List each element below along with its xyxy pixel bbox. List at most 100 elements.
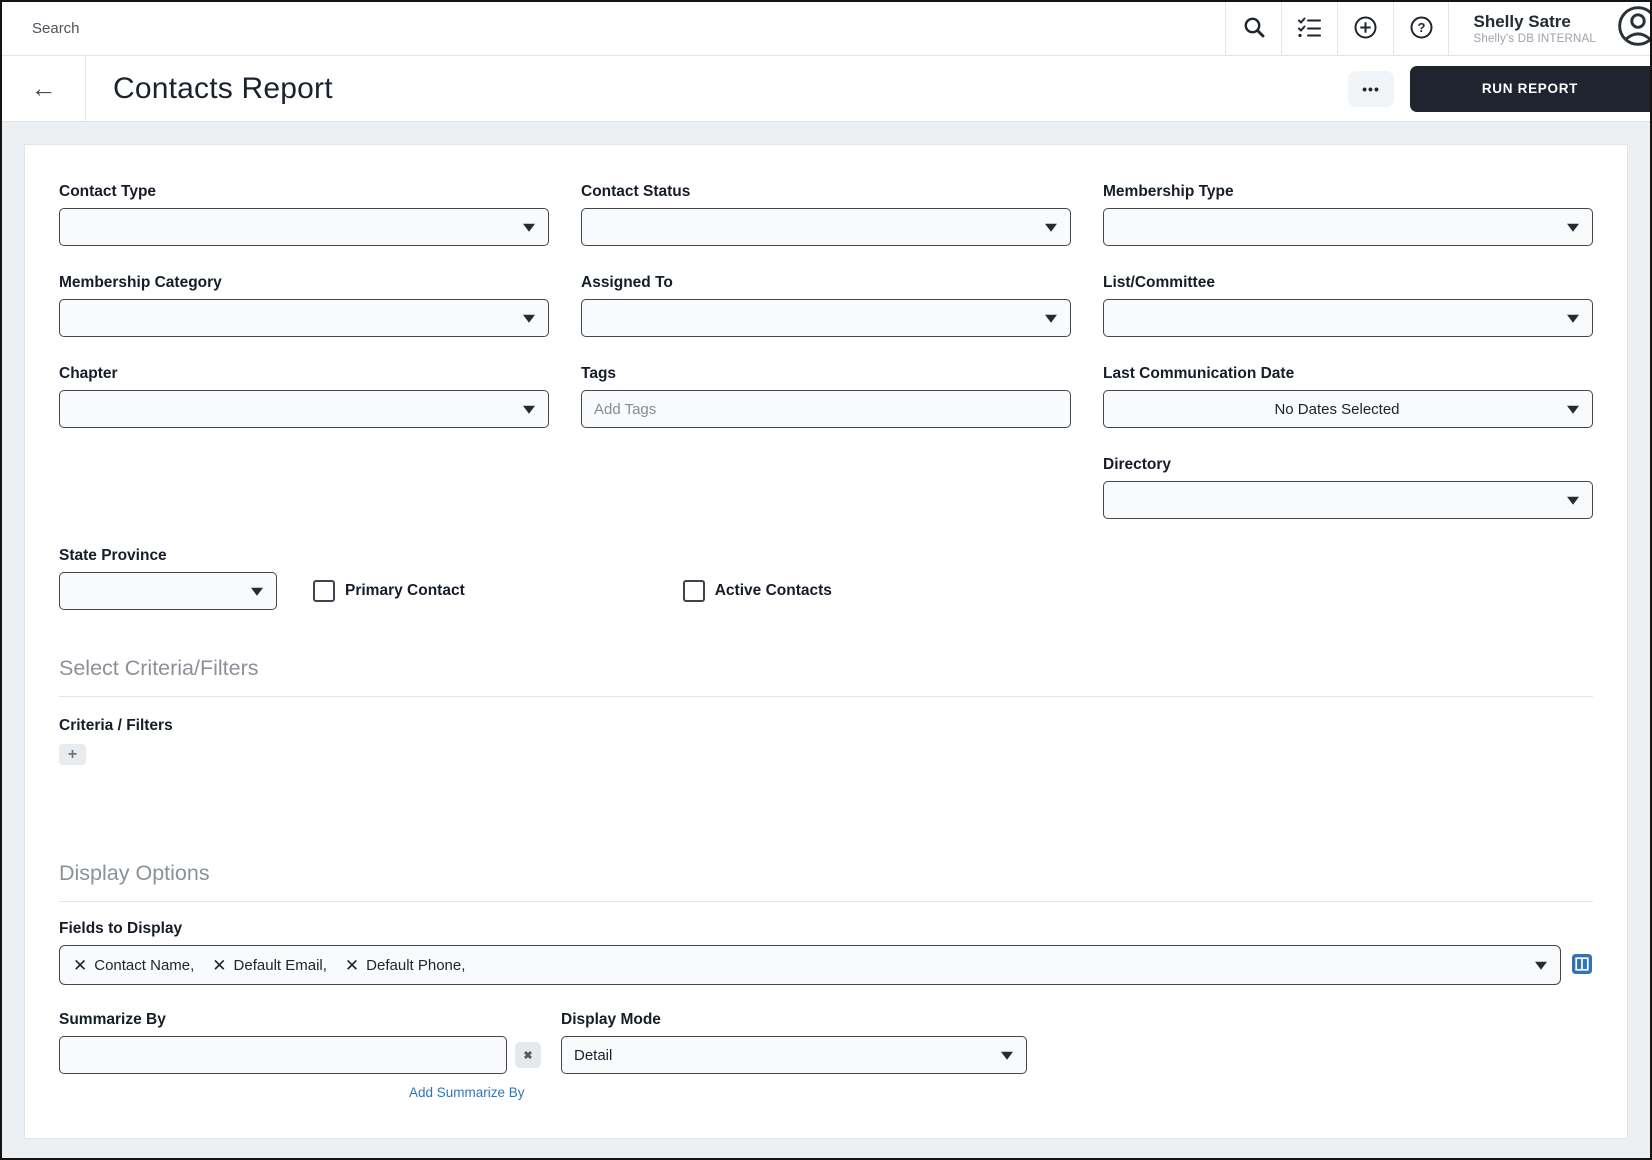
top-bar: ? Shelly Satre Shelly's DB INTERNAL [2,2,1650,56]
user-menu[interactable]: Shelly Satre Shelly's DB INTERNAL [1449,2,1616,55]
membership-type-select[interactable] [1103,208,1593,246]
state-province-label: State Province [59,547,277,565]
chip-label: Default Phone, [366,957,465,974]
spacer [59,456,549,519]
contact-status-field: Contact Status [581,183,1071,246]
remove-chip-icon[interactable]: ✕ [212,957,226,974]
state-checkbox-row: State Province Primary Contact Active Co… [59,547,1593,610]
user-name: Shelly Satre [1473,12,1596,32]
choose-columns-button[interactable] [1571,953,1593,978]
summarize-by-input[interactable] [59,1036,507,1074]
user-avatar-icon [1616,4,1652,53]
add-summarize-by-link[interactable]: Add Summarize By [409,1085,525,1100]
last-communication-date-field: Last Communication Date No Dates Selecte… [1103,365,1593,428]
remove-chip-icon[interactable]: ✕ [73,957,87,974]
primary-contact-checkbox[interactable] [313,580,335,602]
back-button[interactable]: ← [2,56,86,121]
summarize-by-field: Summarize By ✖ Add Summarize By [59,1011,541,1102]
contact-type-select[interactable] [59,208,549,246]
caret-down-icon [523,406,535,414]
arrow-left-icon: ← [31,73,57,104]
plus-circle-icon [1353,15,1378,43]
active-contacts-checkbox[interactable] [683,580,705,602]
profile-button[interactable] [1616,2,1652,55]
add-criteria-button[interactable]: + [59,744,86,765]
display-options-section: Display Options Fields to Display ✕ Cont… [59,861,1593,1102]
criteria-section-heading: Select Criteria/Filters [59,656,1593,681]
contact-type-label: Contact Type [59,183,549,201]
help-button[interactable]: ? [1393,2,1449,55]
display-mode-select[interactable]: Detail [561,1036,1027,1074]
run-report-button[interactable]: RUN REPORT [1410,66,1650,112]
remove-chip-icon[interactable]: ✕ [345,957,359,974]
membership-type-label: Membership Type [1103,183,1593,201]
ellipsis-icon: ••• [1362,81,1380,97]
tags-label: Tags [581,365,1071,383]
caret-down-icon [1567,224,1579,232]
assigned-to-field: Assigned To [581,274,1071,337]
header-actions: ••• RUN REPORT [1348,66,1650,112]
app-window: ? Shelly Satre Shelly's DB INTERNAL ← Co… [0,0,1652,1160]
section-divider [59,696,1593,697]
display-mode-value: Detail [574,1047,612,1064]
field-chip: ✕ Default Email, [212,957,327,974]
contact-status-select[interactable] [581,208,1071,246]
caret-down-icon [1567,406,1579,414]
fields-to-display-row: ✕ Contact Name, ✕ Default Email, ✕ Defau… [59,945,1593,985]
report-settings-card: Contact Type Contact Status Membership T… [24,144,1628,1139]
last-communication-date-value: No Dates Selected [1116,401,1558,418]
chapter-select[interactable] [59,390,549,428]
columns-icon [1571,953,1593,978]
search-input[interactable] [2,2,1225,55]
primary-contact-option: Primary Contact [313,572,465,610]
last-communication-date-label: Last Communication Date [1103,365,1593,383]
state-province-select[interactable] [59,572,277,610]
criteria-section: Select Criteria/Filters Criteria / Filte… [59,656,1593,765]
tags-field: Tags [581,365,1071,428]
chapter-label: Chapter [59,365,549,383]
page-header: ← Contacts Report ••• RUN REPORT [2,56,1650,122]
chip-label: Contact Name, [94,957,194,974]
directory-select[interactable] [1103,481,1593,519]
membership-category-label: Membership Category [59,274,549,292]
page-title: Contacts Report [113,72,333,106]
add-button[interactable] [1337,2,1393,55]
field-chip: ✕ Default Phone, [345,957,466,974]
active-contacts-label: Active Contacts [715,582,832,600]
list-committee-select[interactable] [1103,299,1593,337]
directory-label: Directory [1103,456,1593,474]
main-content: Contact Type Contact Status Membership T… [2,122,1650,1160]
last-communication-date-select[interactable]: No Dates Selected [1103,390,1593,428]
caret-down-icon [1567,497,1579,505]
more-options-button[interactable]: ••• [1348,71,1394,107]
list-committee-label: List/Committee [1103,274,1593,292]
directory-field: Directory [1103,456,1593,519]
display-options-heading: Display Options [59,861,1593,886]
primary-contact-label: Primary Contact [345,582,465,600]
field-chip: ✕ Contact Name, [73,957,194,974]
tasks-button[interactable] [1281,2,1337,55]
plus-icon: + [68,746,77,763]
contact-status-label: Contact Status [581,183,1071,201]
user-org: Shelly's DB INTERNAL [1473,33,1596,45]
membership-category-field: Membership Category [59,274,549,337]
svg-text:?: ? [1418,20,1426,35]
assigned-to-select[interactable] [581,299,1071,337]
clear-icon: ✖ [523,1049,532,1062]
clear-summarize-button[interactable]: ✖ [515,1042,541,1068]
contact-type-field: Contact Type [59,183,549,246]
criteria-filters-label: Criteria / Filters [59,717,1593,735]
state-province-field: State Province [59,547,277,610]
caret-down-icon [523,315,535,323]
search-button[interactable] [1225,2,1281,55]
chip-label: Default Email, [234,957,327,974]
tags-input[interactable] [581,390,1071,428]
caret-down-icon [1045,224,1057,232]
fields-to-display-select[interactable]: ✕ Contact Name, ✕ Default Email, ✕ Defau… [59,945,1561,985]
caret-down-icon [1567,315,1579,323]
membership-category-select[interactable] [59,299,549,337]
caret-down-icon [1045,315,1057,323]
assigned-to-label: Assigned To [581,274,1071,292]
caret-down-icon [1535,962,1547,970]
question-circle-icon: ? [1409,15,1434,43]
